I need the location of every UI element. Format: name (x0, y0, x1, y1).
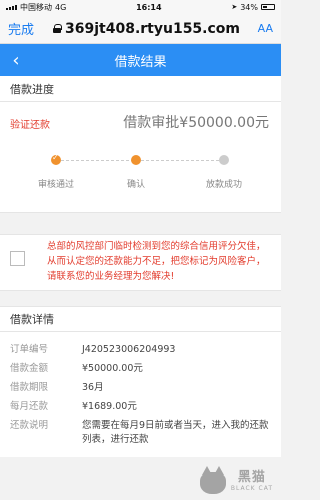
step-label: 放款成功 (205, 180, 243, 190)
step-label: 确认 (126, 180, 146, 190)
cat-logo-icon (198, 464, 228, 494)
detail-value: ¥1689.00元 (82, 401, 137, 412)
step-done-check-icon (51, 153, 61, 165)
carrier-label: 中国移动 (20, 2, 52, 12)
detail-label: 借款期限 (10, 382, 49, 393)
page-title: 借款结果 (114, 54, 167, 70)
clock: 16:14 (136, 2, 162, 12)
browser-toolbar: 完成 369jt408.rtyu155.com AA (0, 14, 281, 44)
detail-value: J420523006204993 (82, 344, 176, 355)
watermark-en: BLACK CAT (230, 485, 273, 492)
notice-checkbox[interactable] (10, 251, 25, 266)
detail-value: ¥50000.00元 (82, 363, 143, 374)
watermark-cn: 黑猫 (237, 470, 266, 485)
step-label: 审核通过 (37, 180, 75, 190)
progress-section-title: 借款进度 (0, 76, 281, 102)
loan-details-card: 借款详情 订单编号 J420523006204993 借款金额 ¥50000.0… (0, 306, 281, 457)
done-button[interactable]: 完成 (8, 19, 44, 38)
network-label: 4G (55, 2, 67, 12)
detail-row-term: 借款期限 36月 (10, 378, 271, 397)
detail-label: 每月还款 (10, 401, 49, 412)
address-bar[interactable]: 369jt408.rtyu155.com (44, 21, 249, 37)
step-pending-dot (219, 155, 229, 165)
text-size-button[interactable]: AA (249, 22, 273, 35)
detail-label: 订单编号 (10, 344, 49, 355)
lock-icon (53, 24, 62, 33)
detail-row-amount: 借款金额 ¥50000.00元 (10, 359, 271, 378)
app-header: ‹ 借款结果 (0, 44, 281, 76)
progress-card: 验证还款 借款审批¥50000.00元 审核通过 确认 放款成功 (0, 102, 281, 213)
url-text: 369jt408.rtyu155.com (65, 20, 240, 37)
details-section-title: 借款详情 (0, 307, 281, 332)
black-cat-watermark: 黑猫 BLACK CAT (198, 464, 273, 494)
risk-notice: 总部的风控部门临时检测到您的综合信用评分欠佳，从而认定您的还款能力不足，把您标记… (0, 234, 281, 291)
detail-row-monthly-payment: 每月还款 ¥1689.00元 (10, 397, 271, 416)
detail-value: 您需要在每月9日前或者当天，进入我的还款列表，进行还款 (82, 420, 269, 445)
risk-notice-text: 总部的风控部门临时检测到您的综合信用评分欠佳，从而认定您的还款能力不足，把您标记… (47, 241, 266, 282)
battery-icon (260, 4, 275, 10)
detail-value: 36月 (82, 382, 104, 393)
detail-label: 借款金额 (10, 363, 49, 374)
battery-percent: 34% (240, 2, 258, 12)
verify-repayment-link[interactable]: 验证还款 (10, 116, 50, 131)
status-bar: 中国移动 4G 16:14 ➤ 34% (0, 0, 281, 14)
signal-icon (6, 4, 17, 10)
approval-amount: 借款审批¥50000.00元 (123, 115, 269, 131)
step-current-dot (131, 155, 141, 165)
back-button[interactable]: ‹ (0, 44, 32, 76)
chevron-left-icon: ‹ (12, 49, 20, 71)
detail-row-order-number: 订单编号 J420523006204993 (10, 340, 271, 359)
detail-row-repayment-note: 还款说明 您需要在每月9日前或者当天，进入我的还款列表，进行还款 (10, 416, 271, 447)
location-icon: ➤ (231, 3, 238, 11)
detail-label: 还款说明 (10, 420, 49, 431)
